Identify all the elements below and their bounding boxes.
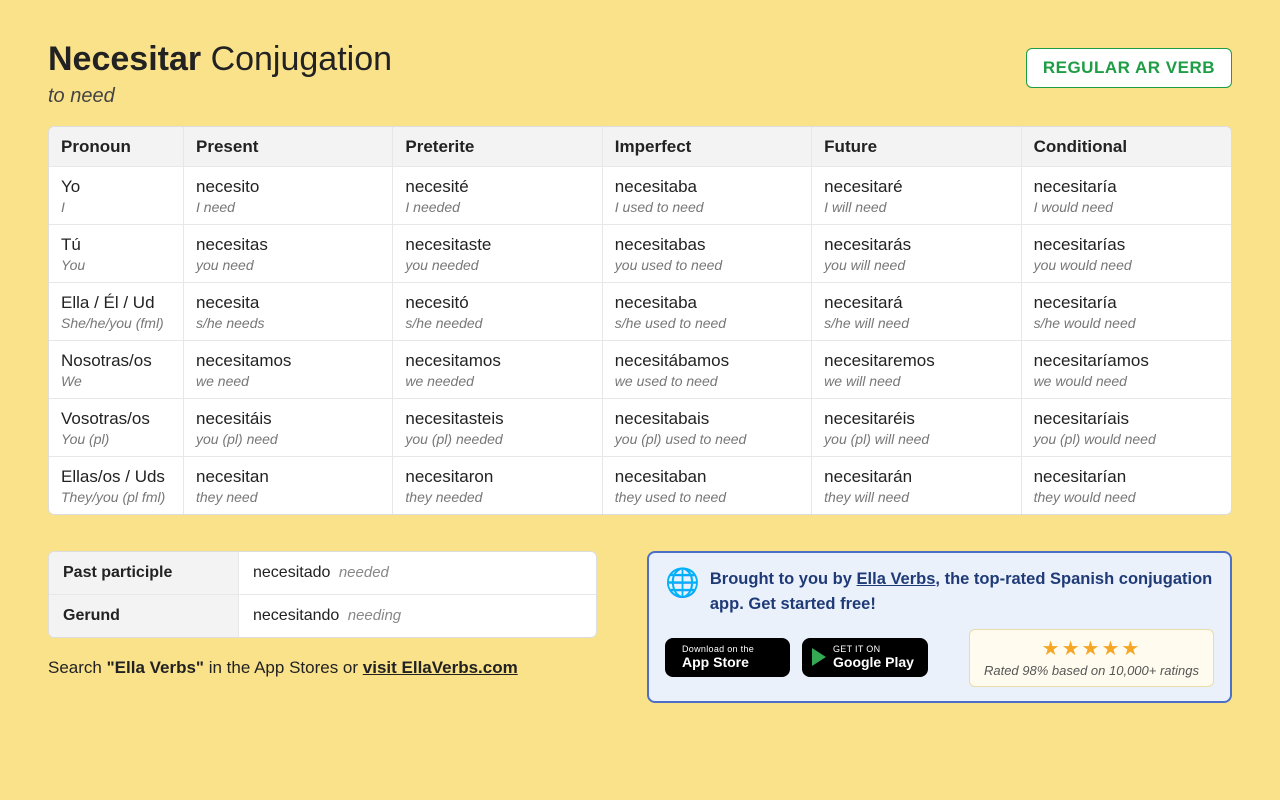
conjugation-cell: necesitabaI used to need: [603, 167, 812, 225]
past-participle-label: Past participle: [49, 552, 239, 595]
column-header: Pronoun: [49, 127, 184, 167]
conjugation-table: PronounPresentPreteriteImperfectFutureCo…: [48, 126, 1232, 515]
conjugation-cell: necesitarás/he will need: [812, 283, 1021, 341]
pronoun-cell: Nosotras/osWe: [49, 341, 184, 399]
participle-table: Past participle necesitado needed Gerund…: [48, 551, 597, 638]
table-row: Vosotras/osYou (pl)necesitáisyou (pl) ne…: [49, 399, 1231, 457]
search-instruction: Search "Ella Verbs" in the App Stores or…: [48, 658, 597, 678]
pronoun-cell: Ellas/os / UdsThey/you (pl fml): [49, 457, 184, 514]
conjugation-cell: necesitamoswe needed: [393, 341, 602, 399]
page-title: Necesitar Conjugation: [48, 40, 392, 79]
conjugation-cell: necesitaríanthey would need: [1022, 457, 1231, 514]
conjugation-cell: necesitabas/he used to need: [603, 283, 812, 341]
conjugation-cell: necesitabanthey used to need: [603, 457, 812, 514]
app-store-button[interactable]: Download on theApp Store: [665, 638, 790, 678]
conjugation-cell: necesitaremoswe will need: [812, 341, 1021, 399]
promo-text: Brought to you by Ella Verbs, the top-ra…: [710, 567, 1214, 617]
conjugation-cell: necesitamoswe need: [184, 341, 393, 399]
conjugation-cell: necesitaríasyou would need: [1022, 225, 1231, 283]
column-header: Present: [184, 127, 393, 167]
pronoun-cell: Vosotras/osYou (pl): [49, 399, 184, 457]
conjugation-cell: necesitaréI will need: [812, 167, 1021, 225]
star-icons: ★★★★★: [984, 636, 1199, 661]
conjugation-cell: necesitoI need: [184, 167, 393, 225]
verb-translation: to need: [48, 85, 392, 108]
play-icon: [812, 648, 826, 666]
conjugation-cell: necesitaréisyou (pl) will need: [812, 399, 1021, 457]
conjugation-cell: necesitarías/he would need: [1022, 283, 1231, 341]
table-row: Nosotras/osWenecesitamoswe neednecesitam…: [49, 341, 1231, 399]
table-row: Ella / Él / UdShe/he/you (fml)necesitas/…: [49, 283, 1231, 341]
title-suffix: Conjugation: [211, 40, 392, 78]
verb-type-badge: REGULAR AR VERB: [1026, 48, 1232, 88]
ellaverbs-link[interactable]: visit EllaVerbs.com: [363, 658, 518, 677]
column-header: Imperfect: [603, 127, 812, 167]
verb-name: Necesitar: [48, 40, 201, 78]
pronoun-cell: Ella / Él / UdShe/he/you (fml): [49, 283, 184, 341]
conjugation-cell: necesitaránthey will need: [812, 457, 1021, 514]
conjugation-cell: necesitarásyou will need: [812, 225, 1021, 283]
conjugation-cell: necesitaríaisyou (pl) would need: [1022, 399, 1231, 457]
google-play-button[interactable]: GET IT ONGoogle Play: [802, 638, 928, 678]
globe-icon: 🌐: [665, 569, 700, 597]
conjugation-cell: necesitas/he needs: [184, 283, 393, 341]
rating-box: ★★★★★ Rated 98% based on 10,000+ ratings: [969, 629, 1214, 687]
conjugation-cell: necesitáisyou (pl) need: [184, 399, 393, 457]
gerund-label: Gerund: [49, 595, 239, 637]
gerund-value: necesitando needing: [239, 595, 596, 637]
table-row: YoInecesitoI neednecesitéI needednecesit…: [49, 167, 1231, 225]
pronoun-cell: YoI: [49, 167, 184, 225]
past-participle-value: necesitado needed: [239, 552, 596, 595]
table-row: Ellas/os / UdsThey/you (pl fml)necesitan…: [49, 457, 1231, 514]
conjugation-cell: necesitasteyou needed: [393, 225, 602, 283]
column-header: Preterite: [393, 127, 602, 167]
conjugation-cell: necesitaríaI would need: [1022, 167, 1231, 225]
conjugation-cell: necesitaríamoswe would need: [1022, 341, 1231, 399]
conjugation-cell: necesitaronthey needed: [393, 457, 602, 514]
promo-box: 🌐 Brought to you by Ella Verbs, the top-…: [647, 551, 1232, 703]
conjugation-cell: necesitabaisyou (pl) used to need: [603, 399, 812, 457]
conjugation-cell: necesitabasyou used to need: [603, 225, 812, 283]
conjugation-cell: necesitasyou need: [184, 225, 393, 283]
conjugation-cell: necesitábamoswe used to need: [603, 341, 812, 399]
pronoun-cell: TúYou: [49, 225, 184, 283]
conjugation-cell: necesitasteisyou (pl) needed: [393, 399, 602, 457]
column-header: Conditional: [1022, 127, 1231, 167]
table-row: TúYounecesitasyou neednecesitasteyou nee…: [49, 225, 1231, 283]
ella-verbs-link[interactable]: Ella Verbs: [857, 570, 936, 588]
column-header: Future: [812, 127, 1021, 167]
conjugation-cell: necesitéI needed: [393, 167, 602, 225]
rating-text: Rated 98% based on 10,000+ ratings: [984, 663, 1199, 678]
conjugation-cell: necesitanthey need: [184, 457, 393, 514]
conjugation-cell: necesitós/he needed: [393, 283, 602, 341]
